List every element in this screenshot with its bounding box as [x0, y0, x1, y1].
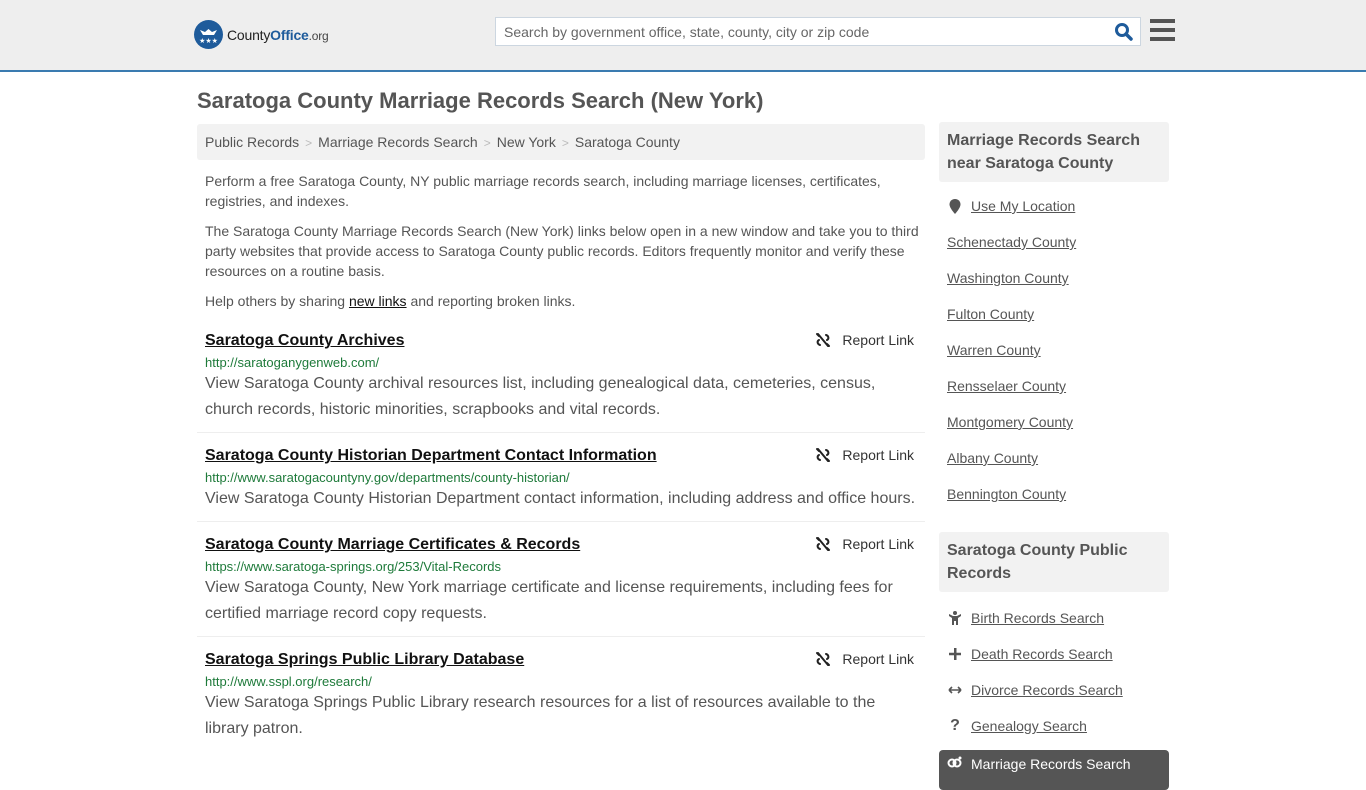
map-marker-icon [947, 198, 963, 214]
logo-emblem-icon: ★★★ [194, 20, 223, 49]
hamburger-menu-icon[interactable] [1150, 19, 1175, 41]
public-record-item: Death Records Search [947, 636, 1161, 672]
plus-icon [947, 648, 963, 660]
broken-link-icon [816, 537, 831, 551]
county-link-albany[interactable]: Albany County [947, 440, 1038, 476]
broken-link-icon [816, 333, 831, 347]
public-records-heading: Saratoga County Public Records [939, 532, 1169, 592]
result-title-link[interactable]: Saratoga Springs Public Library Database [205, 651, 524, 669]
nearby-heading: Marriage Records Search near Saratoga Co… [939, 122, 1169, 182]
result-url: http://www.sspl.org/research/ [205, 674, 372, 689]
report-link-button[interactable]: Report Link [815, 332, 914, 348]
result-description: View Saratoga County, New York marriage … [205, 579, 893, 622]
result-item: Saratoga County Historian Department Con… [197, 441, 925, 522]
search-icon [1115, 23, 1133, 41]
nearby-county-item: Albany County [947, 440, 1161, 476]
question-icon: ? [950, 717, 960, 734]
result-url: https://www.saratoga-springs.org/253/Vit… [205, 559, 502, 574]
nearby-county-item: Rensselaer County [947, 368, 1161, 404]
breadcrumb-new-york[interactable]: New York [497, 134, 556, 150]
search-box [495, 17, 1141, 46]
search-button[interactable] [1114, 22, 1134, 42]
public-record-item: Birth Records Search [947, 600, 1161, 636]
nearby-county-item: Montgomery County [947, 404, 1161, 440]
nearby-county-item: Fulton County [947, 296, 1161, 332]
marriage-records-link[interactable]: Marriage Records Search [971, 756, 1131, 772]
new-links-link[interactable]: new links [349, 293, 407, 309]
public-record-item: ? Genealogy Search [947, 708, 1161, 744]
county-link-warren[interactable]: Warren County [947, 332, 1041, 368]
nearby-county-item: Bennington County [947, 476, 1161, 512]
search-input[interactable] [496, 18, 1096, 45]
county-link-fulton[interactable]: Fulton County [947, 296, 1034, 332]
intro-paragraph-3: Help others by sharing new links and rep… [205, 293, 576, 309]
nearby-list: Use My Location Schenectady County Washi… [939, 182, 1169, 512]
public-records-list: Birth Records Search Death Records Searc… [939, 592, 1169, 744]
result-item: Saratoga County Marriage Certificates & … [197, 530, 925, 637]
page-title: Saratoga County Marriage Records Search … [197, 88, 764, 113]
results-list: Saratoga County Archives Report Link htt… [197, 326, 925, 759]
svg-text:★★★: ★★★ [199, 37, 218, 45]
result-description: View Saratoga County archival resources … [205, 375, 876, 418]
child-icon [947, 611, 963, 625]
breadcrumb-public-records[interactable]: Public Records [205, 134, 299, 150]
result-item: Saratoga Springs Public Library Database… [197, 645, 925, 751]
site-logo[interactable]: ★★★ CountyOffice.org [194, 20, 329, 49]
arrows-horizontal-icon [947, 685, 963, 695]
result-title-link[interactable]: Saratoga County Marriage Certificates & … [205, 536, 580, 554]
county-link-montgomery[interactable]: Montgomery County [947, 404, 1073, 440]
county-link-rensselaer[interactable]: Rensselaer County [947, 368, 1066, 404]
birth-records-link[interactable]: Birth Records Search [971, 600, 1104, 636]
intro-paragraph-2: The Saratoga County Marriage Records Sea… [205, 223, 919, 279]
nearby-county-item: Washington County [947, 260, 1161, 296]
intro-text: Perform a free Saratoga County, NY publi… [205, 171, 920, 321]
use-my-location-link[interactable]: Use My Location [971, 188, 1075, 224]
breadcrumb-separator: > [305, 136, 313, 150]
breadcrumb-saratoga-county[interactable]: Saratoga County [575, 134, 680, 150]
intro-paragraph-1: Perform a free Saratoga County, NY publi… [205, 173, 881, 209]
death-records-link[interactable]: Death Records Search [971, 636, 1113, 672]
breadcrumb: Public Records > Marriage Records Search > N… [197, 124, 925, 160]
result-url: http://www.saratogacountyny.gov/departme… [205, 470, 570, 485]
result-description: View Saratoga County Historian Departmen… [205, 490, 916, 507]
breadcrumb-separator: > [561, 136, 569, 150]
breadcrumb-marriage-records-search[interactable]: Marriage Records Search [318, 134, 478, 150]
logo-text: CountyOffice.org [227, 26, 329, 43]
sidebar: Marriage Records Search near Saratoga Co… [939, 122, 1169, 790]
broken-link-icon [816, 652, 831, 666]
result-title-link[interactable]: Saratoga County Historian Department Con… [205, 447, 657, 465]
active-marriage-records-item[interactable]: Marriage Records Search [939, 750, 1169, 790]
genealogy-search-link[interactable]: Genealogy Search [971, 708, 1087, 744]
result-description: View Saratoga Springs Public Library res… [205, 694, 876, 737]
rings-icon [947, 756, 963, 768]
county-link-bennington[interactable]: Bennington County [947, 476, 1066, 512]
broken-link-icon [816, 448, 831, 462]
report-link-button[interactable]: Report Link [815, 651, 914, 667]
result-url: http://saratoganygenweb.com/ [205, 355, 380, 370]
site-header: ★★★ CountyOffice.org [0, 0, 1366, 72]
result-title-link[interactable]: Saratoga County Archives [205, 332, 404, 350]
public-record-item: Divorce Records Search [947, 672, 1161, 708]
result-item: Saratoga County Archives Report Link htt… [197, 326, 925, 433]
divorce-records-link[interactable]: Divorce Records Search [971, 672, 1123, 708]
use-my-location-item: Use My Location [947, 188, 1161, 224]
county-link-washington[interactable]: Washington County [947, 260, 1069, 296]
nearby-county-item: Schenectady County [947, 224, 1161, 260]
report-link-button[interactable]: Report Link [815, 447, 914, 463]
county-link-schenectady[interactable]: Schenectady County [947, 224, 1076, 260]
report-link-button[interactable]: Report Link [815, 536, 914, 552]
breadcrumb-separator: > [483, 136, 491, 150]
nearby-county-item: Warren County [947, 332, 1161, 368]
